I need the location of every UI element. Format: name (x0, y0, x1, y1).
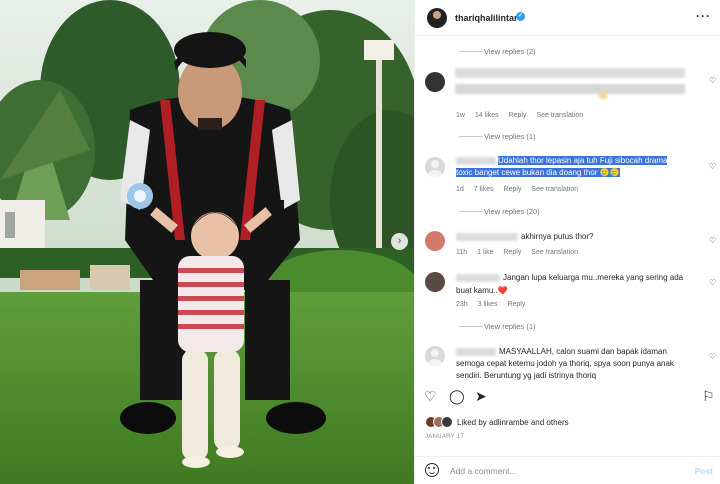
heart-icon[interactable]: ♡ (424, 389, 437, 403)
blurred-username (456, 348, 496, 356)
liker-avatar (441, 416, 453, 428)
verified-badge-icon: ✓ (516, 12, 525, 21)
post-button[interactable]: Post (695, 466, 713, 476)
comment-likes[interactable]: 14 likes (475, 112, 499, 119)
comment-meta: 11h 1 like Reply See translation (456, 249, 586, 256)
comment-avatar[interactable] (425, 157, 445, 177)
comment-avatar[interactable] (425, 346, 445, 366)
comment-like-icon[interactable]: ♡ (709, 236, 716, 245)
add-comment-bar: Add a comment... Post (415, 456, 720, 484)
blurred-comment-line (455, 68, 685, 78)
comment-text: MASYAALLAH, calon suami dan bapak idaman (499, 347, 667, 356)
photo-illustration (0, 0, 414, 484)
post-date: JANUARY 17 (425, 434, 465, 440)
replies-divider (459, 136, 483, 137)
view-replies-button[interactable]: View replies (1) (484, 322, 536, 331)
likes-text[interactable]: Liked by adlinrambe and others (457, 418, 569, 427)
comment-likes[interactable]: 1 like (477, 249, 493, 256)
bookmark-icon[interactable]: ⚐ (702, 389, 715, 403)
comment-like-icon[interactable]: ♡ (709, 76, 716, 85)
comment-time: 1d (456, 186, 464, 193)
reply-button[interactable]: Reply (503, 249, 521, 256)
comment-input[interactable]: Add a comment... (450, 466, 517, 476)
next-photo-button[interactable]: › (391, 233, 408, 250)
comment-like-icon[interactable]: ♡ (709, 162, 716, 171)
post-actions: ♡ ◯ ➤ ⚐ (415, 386, 720, 410)
comment-text: akhirnya putus thor? (521, 232, 594, 241)
share-icon[interactable]: ➤ (475, 389, 487, 403)
comment-text: toxic banget cewe bukan dia doang thor 🥲… (456, 167, 706, 179)
comment-meta: 23h 3 likes Reply (456, 301, 533, 308)
blurred-comment-line (455, 84, 685, 94)
more-horizontal-icon[interactable]: ··· (696, 9, 711, 23)
blurred-username (456, 157, 496, 165)
comment-avatar[interactable] (425, 231, 445, 251)
reply-button[interactable]: Reply (507, 301, 525, 308)
comment-text: buat kamu..❤️ (456, 286, 508, 295)
post-header: thariqhalilintar ✓ ··· (415, 0, 720, 36)
comment-text-line: Udahlah thor lepasin aja tuh Fuji siboca… (498, 156, 668, 165)
blurred-username (456, 274, 500, 282)
comment-icon[interactable]: ◯ (449, 389, 465, 403)
comments-panel: thariqhalilintar ✓ ··· View replies (2) … (414, 0, 720, 484)
comment-text-line: toxic banget cewe bukan dia doang thor 🥲… (456, 168, 620, 177)
comment-meta: 1w 14 likes Reply See translation (456, 112, 591, 119)
comment-time: 23h (456, 301, 468, 308)
blurred-username (456, 233, 518, 241)
comment-like-icon[interactable]: ♡ (709, 352, 716, 361)
comment-text: Jangan lupa keluarga mu..mereka yang ser… (503, 273, 684, 282)
post-photo: › (0, 0, 414, 484)
view-replies-button[interactable]: View replies (2) (484, 47, 536, 56)
replies-divider (459, 326, 483, 327)
comment-time: 11h (456, 249, 468, 256)
blurred-emoji (599, 92, 607, 99)
comment-text: sendiri. Beruntung yg jadi istrinya thor… (456, 371, 597, 380)
reply-button[interactable]: Reply (509, 112, 527, 119)
comment-like-icon[interactable]: ♡ (709, 278, 716, 287)
view-replies-button[interactable]: View replies (1) (484, 132, 536, 141)
replies-divider (459, 211, 483, 212)
reply-button[interactable]: Reply (504, 186, 522, 193)
see-translation-button[interactable]: See translation (536, 112, 583, 119)
comment-avatar[interactable] (425, 272, 445, 292)
comment-avatar[interactable] (425, 72, 445, 92)
author-username[interactable]: thariqhalilintar (455, 13, 518, 23)
view-replies-button[interactable]: View replies (20) (484, 207, 540, 216)
comment-text: semoga cepat ketemu jodoh ya thoriq, spy… (456, 359, 674, 368)
replies-divider (459, 51, 483, 52)
see-translation-button[interactable]: See translation (531, 249, 578, 256)
comment-likes[interactable]: 3 likes (478, 301, 498, 308)
emoji-icon[interactable] (425, 463, 439, 477)
see-translation-button[interactable]: See translation (531, 186, 578, 193)
author-avatar[interactable] (427, 8, 447, 28)
comment-text: Udahlah thor lepasin aja tuh Fuji siboca… (498, 155, 708, 167)
comment-meta: 1d 7 likes Reply See translation (456, 186, 586, 193)
comment-likes[interactable]: 7 likes (474, 186, 494, 193)
comment-time: 1w (456, 112, 465, 119)
